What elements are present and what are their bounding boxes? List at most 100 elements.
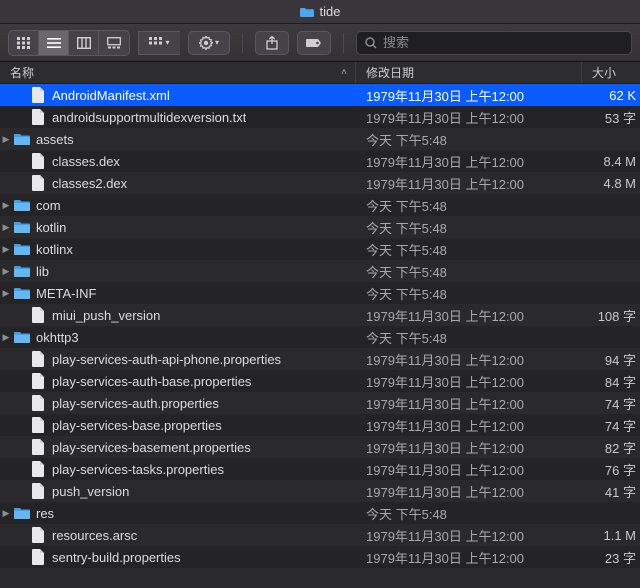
column-header-modified[interactable]: 修改日期 [356,62,582,83]
file-size: 8.4 M [582,154,640,169]
item-name: play-services-auth.properties [52,396,219,411]
disclosure-triangle[interactable]: ▶ [0,508,12,519]
modified-date: 1979年11月30日 上午12:00 [356,372,582,391]
name-cell: miui_push_version [0,307,356,323]
item-name: resources.arsc [52,528,137,543]
file-row[interactable]: play-services-base.properties1979年11月30日… [0,414,640,436]
folder-icon [14,263,30,279]
folder-row[interactable]: ▶res今天 下午5:48 [0,502,640,524]
file-size: 82 字 [582,438,640,457]
name-cell: classes.dex [0,153,356,169]
toolbar: ▾ ▾ [0,24,640,62]
tags-button[interactable] [297,31,331,55]
file-size: 74 字 [582,416,640,435]
modified-date: 今天 下午5:48 [356,328,582,347]
file-row[interactable]: classes.dex1979年11月30日 上午12:008.4 M [0,150,640,172]
modified-date: 1979年11月30日 上午12:00 [356,394,582,413]
file-row[interactable]: play-services-auth-base.properties1979年1… [0,370,640,392]
disclosure-triangle[interactable]: ▶ [0,134,12,145]
folder-row[interactable]: ▶assets今天 下午5:48 [0,128,640,150]
view-list-button[interactable] [39,31,69,55]
disclosure-triangle[interactable]: ▶ [0,332,12,343]
file-icon [30,549,46,565]
file-row[interactable]: resources.arsc1979年11月30日 上午12:001.1 M [0,524,640,546]
folder-row[interactable]: ▶ kotlin 今天 下午5:48 [0,216,640,238]
modified-date: 今天 下午5:48 [356,240,582,259]
name-cell: ▶com [0,197,356,213]
folder-row[interactable]: ▶kotlinx今天 下午5:48 [0,238,640,260]
disclosure-triangle[interactable]: ▶ [0,244,12,255]
view-icons-button[interactable] [9,31,39,55]
chevron-down-icon: ▾ [215,38,219,47]
file-icon [30,395,46,411]
file-icon [30,417,46,433]
file-size: 76 字 [582,460,640,479]
file-icon [30,439,46,455]
folder-icon [14,131,30,147]
file-icon [30,153,46,169]
file-size: 41 字 [582,482,640,501]
search-field[interactable] [356,31,632,55]
arrange-button[interactable]: ▾ [138,31,180,55]
modified-date: 1979年11月30日 上午12:00 [356,482,582,501]
disclosure-triangle[interactable]: ▶ [0,266,12,277]
modified-date: 1979年11月30日 上午12:00 [356,306,582,325]
modified-date: 今天 下午5:48 [356,196,582,215]
folder-row[interactable]: ▶com今天 下午5:48 [0,194,640,216]
folder-icon [14,285,30,301]
modified-date: 今天 下午5:48 [356,262,582,281]
file-row[interactable]: miui_push_version1979年11月30日 上午12:00108 … [0,304,640,326]
disclosure-triangle[interactable]: ▶ [0,200,12,211]
disclosure-triangle[interactable]: ▶ [0,222,12,233]
folder-row[interactable]: ▶ okhttp3 今天 下午5:48 [0,326,640,348]
name-cell: play-services-tasks.properties [0,461,356,477]
file-row[interactable]: play-services-tasks.properties1979年11月30… [0,458,640,480]
folder-row[interactable]: ▶lib今天 下午5:48 [0,260,640,282]
modified-date: 1979年11月30日 上午12:00 [356,152,582,171]
file-size: 74 字 [582,394,640,413]
name-cell: ▶META-INF [0,285,356,301]
folder-icon [14,197,30,213]
item-name: okhttp3 [36,330,79,345]
file-row[interactable]: push_version1979年11月30日 上午12:0041 字 [0,480,640,502]
item-name: play-services-auth-api-phone.properties [52,352,281,367]
item-name: kotlin [36,220,66,235]
modified-date: 1979年11月30日 上午12:00 [356,108,582,127]
disclosure-triangle[interactable]: ▶ [0,288,12,299]
file-row[interactable]: classes2.dex1979年11月30日 上午12:004.8 M [0,172,640,194]
share-button[interactable] [255,31,289,55]
column-header-size[interactable]: 大小 [582,62,640,83]
file-icon [30,87,46,103]
file-row[interactable]: sentry-build.properties1979年11月30日 上午12:… [0,546,640,568]
file-size: 84 字 [582,372,640,391]
folder-icon [14,219,30,235]
file-row[interactable]: AndroidManifest.xml1979年11月30日 上午12:0062… [0,84,640,106]
file-row[interactable]: play-services-auth.properties 1979年11月30日… [0,392,640,414]
actions-button[interactable]: ▾ [188,31,230,55]
view-gallery-button[interactable] [99,31,129,55]
modified-date: 今天 下午5:48 [356,218,582,237]
search-input[interactable] [383,35,623,50]
item-name: miui_push_version [52,308,160,323]
name-cell: ▶assets [0,131,356,147]
file-size: 94 字 [582,350,640,369]
view-columns-button[interactable] [69,31,99,55]
modified-date: 1979年11月30日 上午12:00 [356,174,582,193]
file-icon [30,109,46,125]
column-header-name-label: 名称 [10,64,34,81]
folder-icon [14,241,30,257]
window-titlebar: tide [0,0,640,24]
folder-row[interactable]: ▶META-INF今天 下午5:48 [0,282,640,304]
modified-date: 今天 下午5:48 [356,284,582,303]
modified-date: 1979年11月30日 上午12:00 [356,86,582,105]
window-title: tide [320,4,341,19]
file-icon [30,373,46,389]
name-cell: androidsupportmultidexversion.txt [0,109,356,125]
name-cell: push_version [0,483,356,499]
file-row[interactable]: play-services-auth-api-phone.properties1… [0,348,640,370]
item-name: androidsupportmultidexversion.txt [52,110,246,125]
file-row[interactable]: play-services-basement.properties1979年11… [0,436,640,458]
sort-ascending-icon: ˄ [341,67,347,78]
file-row[interactable]: androidsupportmultidexversion.txt 1979年11… [0,106,640,128]
column-header-name[interactable]: 名称 ˄ [0,62,356,83]
